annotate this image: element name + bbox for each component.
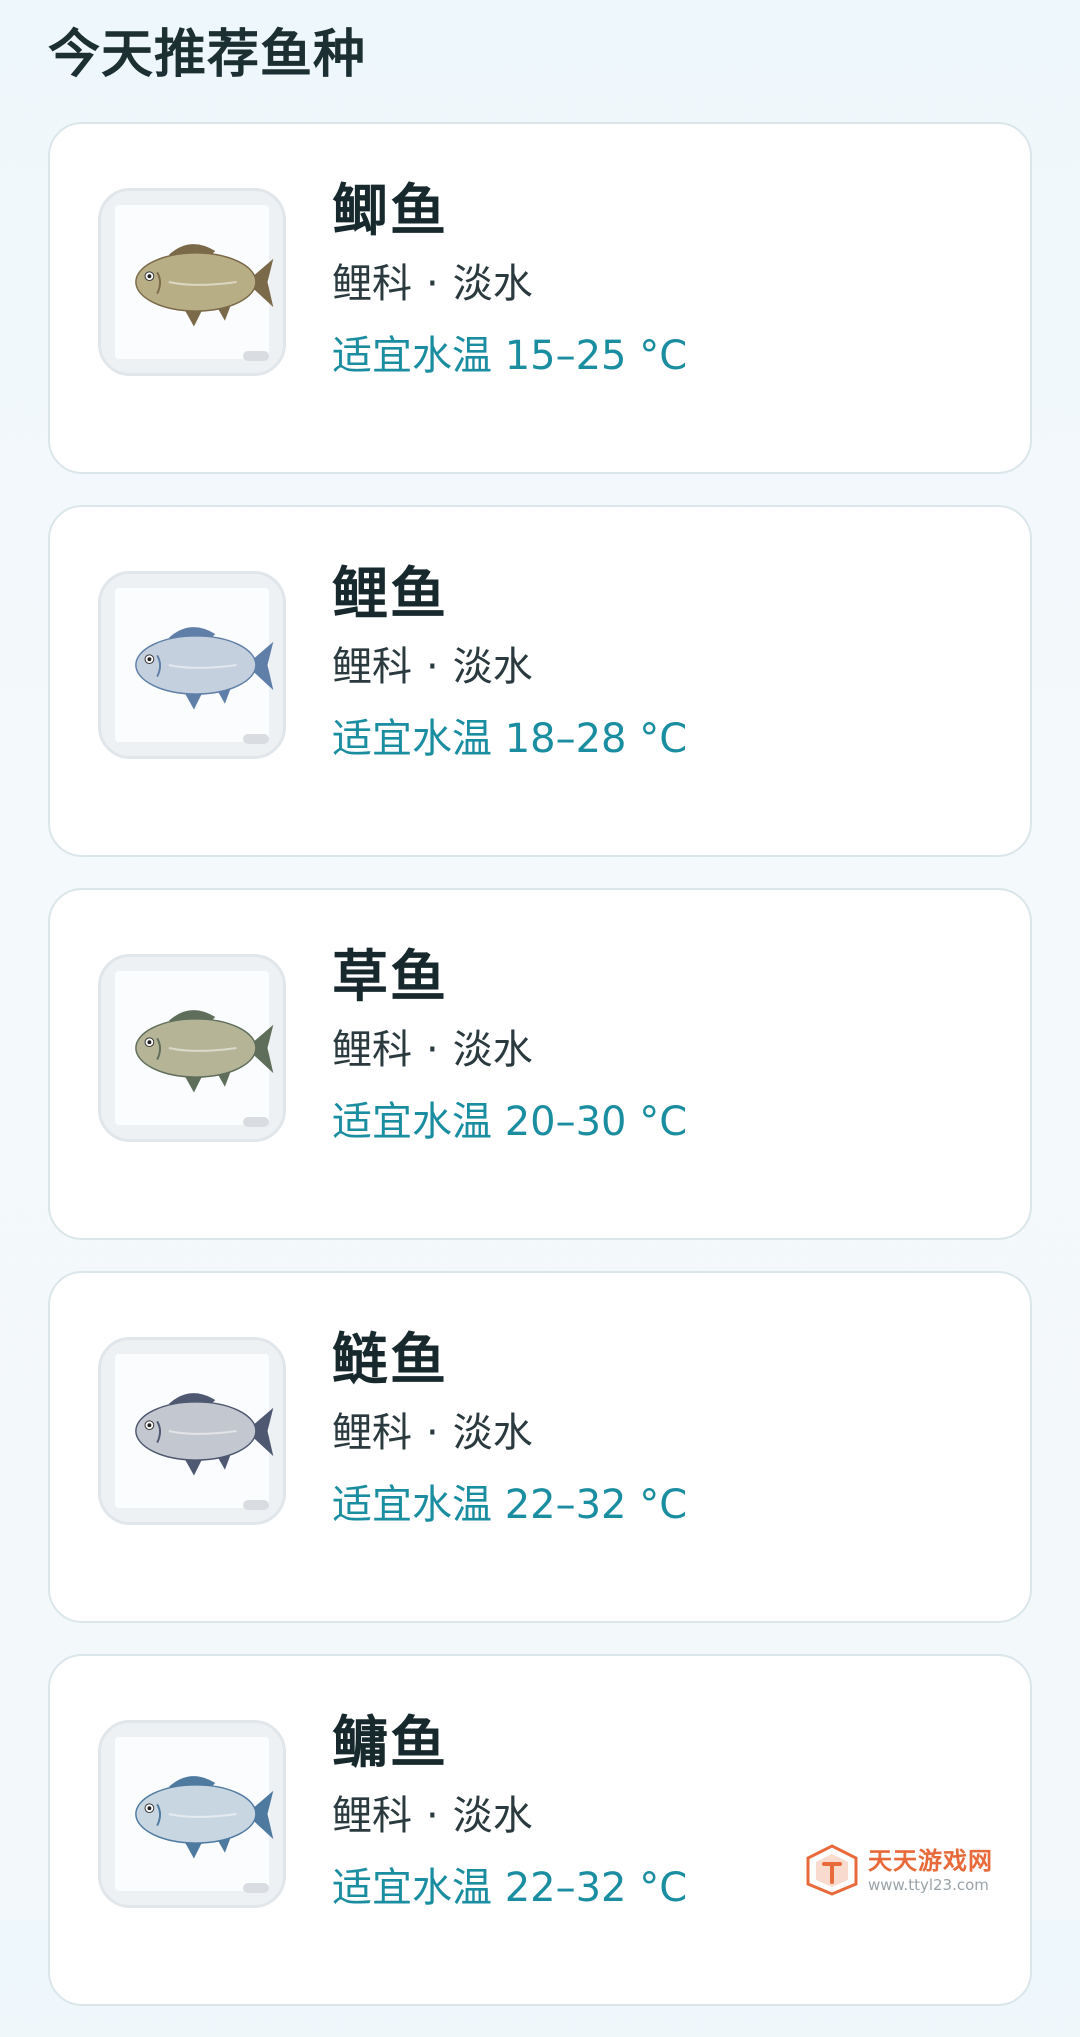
fish-thumbnail xyxy=(98,188,286,376)
fish-name: 鲤鱼 xyxy=(332,562,448,627)
fish-family: 鲤科 xyxy=(332,1410,412,1456)
fish-name: 鲫鱼 xyxy=(332,179,448,244)
fish-habitat: 淡水 xyxy=(452,1410,533,1456)
fish-family: 鲤科 xyxy=(332,261,412,307)
fish-family: 鲤科 xyxy=(332,1027,412,1073)
fish-thumbnail xyxy=(98,1720,286,1908)
fish-habitat: 淡水 xyxy=(452,1027,533,1073)
carp-image xyxy=(135,627,274,710)
fish-card[interactable]: 鲤鱼 鲤科 · 淡水 适宜水温 18–28 °C xyxy=(48,505,1032,857)
fish-temperature: 适宜水温 20–30 °C xyxy=(332,1099,688,1145)
fish-temperature: 适宜水温 22–32 °C xyxy=(332,1865,688,1911)
site-watermark: 天天游戏网 www.ttyl23.com xyxy=(800,1834,1030,1906)
bighead-carp-image xyxy=(135,1776,274,1859)
fish-name: 草鱼 xyxy=(332,945,448,1010)
fish-card[interactable]: 鳙鱼 鲤科 · 淡水 适宜水温 22–32 °C xyxy=(48,1654,1032,2006)
meta-separator: · xyxy=(426,1027,439,1073)
fish-habitat: 淡水 xyxy=(452,1793,533,1839)
fish-meta: 鲤科 · 淡水 xyxy=(332,256,687,312)
fish-family: 鲤科 xyxy=(332,644,412,690)
fish-name: 鳙鱼 xyxy=(332,1711,448,1776)
fish-meta: 鲤科 · 淡水 xyxy=(332,1405,687,1461)
fish-thumbnail xyxy=(98,571,286,759)
fish-habitat: 淡水 xyxy=(452,261,533,307)
fish-temperature: 适宜水温 18–28 °C xyxy=(332,716,688,762)
fish-meta: 鲤科 · 淡水 xyxy=(332,1022,687,1078)
fish-card[interactable]: 鲢鱼 鲤科 · 淡水 适宜水温 22–32 °C xyxy=(48,1271,1032,1623)
fish-temperature: 适宜水温 22–32 °C xyxy=(332,1482,688,1528)
fish-card[interactable]: 鲫鱼 鲤科 · 淡水 适宜水温 15–25 °C xyxy=(48,122,1032,474)
fish-habitat: 淡水 xyxy=(452,644,533,690)
fish-thumbnail xyxy=(98,1337,286,1525)
fish-meta: 鲤科 · 淡水 xyxy=(332,639,687,695)
meta-separator: · xyxy=(426,261,439,307)
fish-family: 鲤科 xyxy=(332,1793,412,1839)
watermark-name: 天天游戏网 xyxy=(868,1847,993,1875)
site-logo-icon xyxy=(806,1844,858,1896)
watermark-url: www.ttyl23.com xyxy=(868,1876,989,1894)
meta-separator: · xyxy=(426,1793,439,1839)
fish-thumbnail xyxy=(98,954,286,1142)
fish-meta: 鲤科 · 淡水 xyxy=(332,1788,687,1844)
fish-card[interactable]: 草鱼 鲤科 · 淡水 适宜水温 20–30 °C xyxy=(48,888,1032,1240)
meta-separator: · xyxy=(426,1410,439,1456)
meta-separator: · xyxy=(426,644,439,690)
grass-carp-image xyxy=(135,1010,274,1093)
fish-name: 鲢鱼 xyxy=(332,1328,448,1393)
fish-temperature: 适宜水温 15–25 °C xyxy=(332,333,688,379)
fish-list: 鲫鱼 鲤科 · 淡水 适宜水温 15–25 °C 鲤鱼 鲤科 · 淡水 适宜水温 18–… xyxy=(48,122,1032,2037)
crucian-carp-image xyxy=(135,244,274,327)
page-title: 今天推荐鱼种 xyxy=(48,25,367,85)
silver-carp-image xyxy=(135,1393,274,1476)
